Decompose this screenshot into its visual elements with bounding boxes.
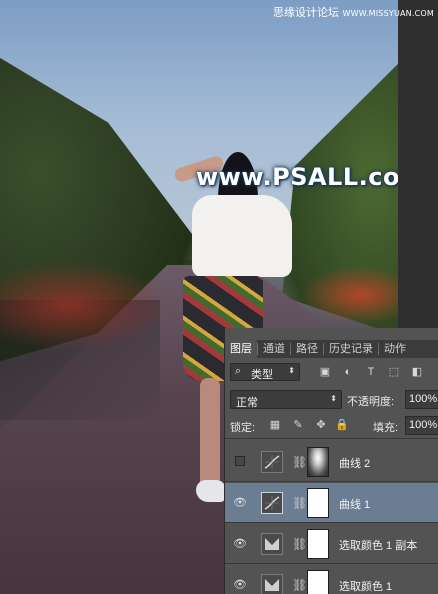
- flowers-left: [0, 260, 170, 350]
- girl-top: [192, 195, 292, 277]
- filter-row: ⌕ 类型 ⬍ ▣ ◐ T ⬚ ◧: [225, 359, 438, 387]
- opacity-input[interactable]: 100%: [405, 390, 438, 409]
- eye-icon[interactable]: 👁: [233, 497, 247, 509]
- tab-channels[interactable]: 通道: [258, 340, 290, 358]
- panel-tabs: 图层 通道 路径 历史记录 动作: [225, 340, 438, 358]
- adjustment-filter-icon[interactable]: ◐: [341, 365, 355, 379]
- layer-name: 曲线 2: [339, 458, 371, 470]
- layer-name: 选取颜色 1 副本: [339, 540, 418, 552]
- selective-color-adjustment-icon: [261, 574, 283, 594]
- lock-transparent-icon[interactable]: ▦: [268, 418, 282, 432]
- filter-kind-select[interactable]: ⌕ 类型 ⬍: [230, 363, 300, 381]
- link-icon[interactable]: ⛓: [292, 494, 307, 512]
- tab-actions[interactable]: 动作: [379, 340, 411, 358]
- smart-object-filter-icon[interactable]: ◧: [410, 365, 424, 379]
- layer-row[interactable]: 👁 ⛓ 选取颜色 1 副本: [225, 524, 438, 564]
- chevron-updown-icon: ⬍: [288, 366, 295, 375]
- image-filter-icon[interactable]: ▣: [318, 365, 332, 379]
- search-icon: ⌕: [235, 365, 242, 377]
- layer-mask-thumbnail[interactable]: [307, 570, 329, 594]
- blend-row: 正常 ⬍ 不透明度: 100%: [225, 388, 438, 412]
- lock-image-icon[interactable]: ✎: [291, 418, 305, 432]
- eye-icon[interactable]: 👁: [233, 538, 247, 550]
- watermark-site-url: WWW.MISSYUAN.COM: [342, 9, 434, 18]
- curves-adjustment-icon: [261, 451, 283, 473]
- shape-filter-icon[interactable]: ⬚: [387, 365, 401, 379]
- canvas-right-strip: [398, 0, 438, 330]
- fill-input[interactable]: 100%: [405, 416, 438, 435]
- layer-mask-thumbnail[interactable]: [307, 447, 329, 477]
- selective-color-adjustment-icon: [261, 533, 283, 555]
- link-icon[interactable]: ⛓: [292, 576, 307, 594]
- lock-all-icon[interactable]: 🔒: [335, 418, 349, 432]
- blend-mode-value: 正常: [236, 397, 258, 409]
- layer-row[interactable]: 👁 ⛓ 选取颜色 1: [225, 565, 438, 594]
- blend-mode-select[interactable]: 正常 ⬍: [230, 390, 342, 409]
- filter-kind-label: 类型: [251, 369, 273, 381]
- lock-label: 锁定:: [230, 422, 256, 434]
- lock-position-icon[interactable]: ✥: [314, 418, 328, 432]
- type-filter-icon[interactable]: T: [364, 365, 378, 379]
- layers-list: ⛓ 曲线 2 👁 ⛓ 曲线 1 👁 ⛓ 选取颜色 1 副本 👁 ⛓ 选取颜色 1: [225, 440, 438, 594]
- flowers-right: [300, 265, 398, 325]
- curves-adjustment-icon: [261, 492, 283, 514]
- link-icon[interactable]: ⛓: [292, 535, 307, 553]
- chevron-updown-icon: ⬍: [330, 394, 337, 403]
- layer-mask-thumbnail[interactable]: [307, 529, 329, 559]
- layer-row[interactable]: ⛓ 曲线 2: [225, 442, 438, 482]
- layer-mask-thumbnail[interactable]: [307, 488, 329, 518]
- fill-label: 填充:: [373, 422, 399, 434]
- layer-row[interactable]: 👁 ⛓ 曲线 1: [225, 483, 438, 523]
- tab-paths[interactable]: 路径: [291, 340, 323, 358]
- girl-shoe: [196, 480, 226, 502]
- layers-panel: 图层 通道 路径 历史记录 动作 ⌕ 类型 ⬍ ▣ ◐ T ⬚ ◧ 正常 ⬍ 不…: [224, 328, 438, 594]
- tab-history[interactable]: 历史记录: [324, 340, 378, 358]
- visibility-toggle[interactable]: [235, 456, 245, 466]
- lock-row: 锁定: ▦ ✎ ✥ 🔒 填充: 100%: [225, 413, 438, 439]
- watermark-missyuan: 思缘设计论坛 WWW.MISSYUAN.COM: [273, 4, 434, 20]
- link-icon[interactable]: ⛓: [292, 453, 307, 471]
- eye-icon[interactable]: 👁: [233, 579, 247, 591]
- layer-name: 曲线 1: [339, 499, 371, 511]
- watermark-site-cn: 思缘设计论坛: [272, 6, 339, 19]
- watermark-psall: www.PSALL.com: [196, 163, 398, 191]
- layer-name: 选取颜色 1: [339, 581, 393, 593]
- tab-layers[interactable]: 图层: [225, 340, 257, 358]
- opacity-label: 不透明度:: [347, 396, 395, 408]
